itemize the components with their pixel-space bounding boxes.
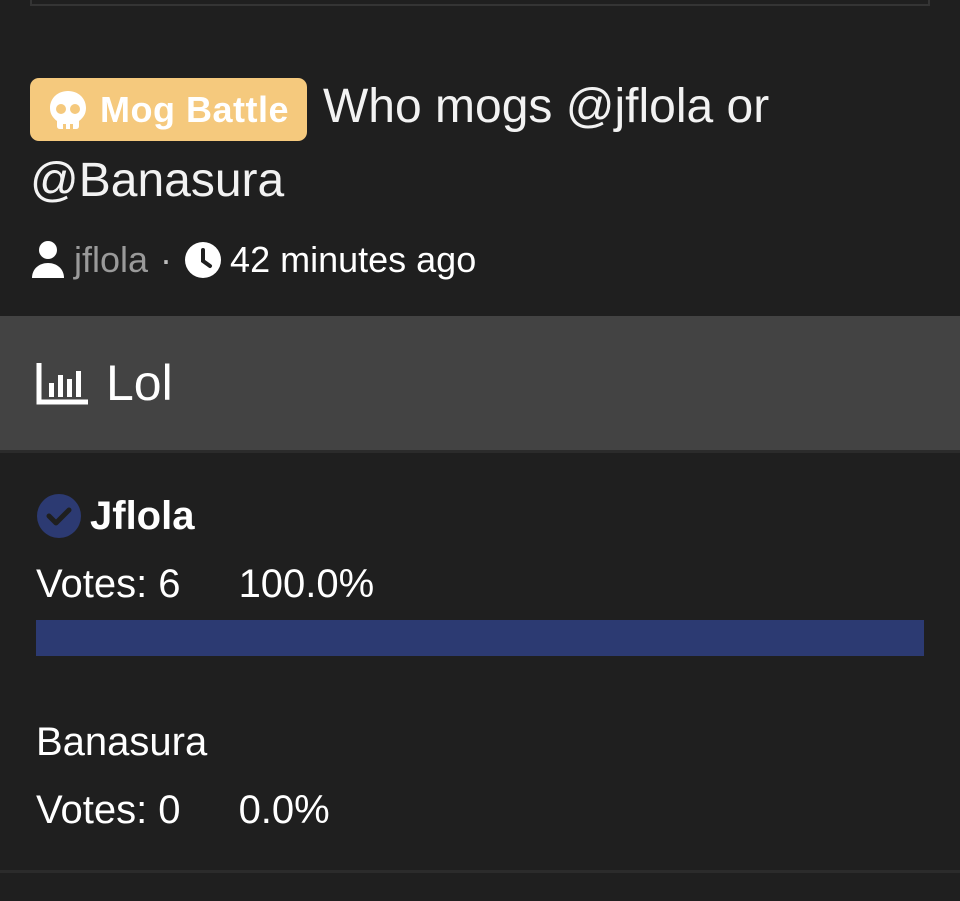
vote-progress-fill: [36, 620, 924, 656]
clock-icon: [185, 242, 222, 278]
option-name: Jflola: [90, 494, 195, 538]
poll-divider: [0, 450, 960, 453]
poll-option-banasura[interactable]: Banasura Votes: 0 0.0%: [36, 716, 924, 836]
option-votes-row: Votes: 6 100.0%: [36, 558, 924, 610]
vote-progress-bar: [36, 620, 924, 656]
previous-card-border: [30, 0, 930, 6]
post-header: Mog Battle Who mogs @jflola or @Banasura: [30, 70, 930, 218]
author-link[interactable]: jflola: [74, 239, 148, 281]
option-votes-row: Votes: 0 0.0%: [36, 784, 924, 836]
option-votes: Votes: 6: [36, 562, 181, 606]
post-title-line: Mog Battle Who mogs @jflola or @Banasura: [30, 70, 930, 218]
option-name-row: Banasura: [36, 716, 924, 768]
skull-icon: [50, 90, 86, 129]
option-percent: 100.0%: [238, 562, 375, 606]
option-name-row: Jflola: [36, 490, 924, 542]
post-meta: jflola · 42 minutes ago: [30, 232, 476, 288]
time-ago: 42 minutes ago: [230, 239, 477, 280]
section-bottom-border: [0, 870, 960, 873]
poll-header: Lol: [0, 316, 960, 450]
bar-chart-icon: [36, 363, 88, 405]
poll-option-jflola[interactable]: Jflola Votes: 6 100.0%: [36, 490, 924, 656]
option-name: Banasura: [36, 720, 208, 764]
option-percent: 0.0%: [238, 788, 330, 832]
flair-label: Mog Battle: [100, 88, 289, 130]
user-icon: [32, 241, 64, 278]
flair-badge[interactable]: Mog Battle: [30, 78, 307, 141]
poll-title: Lol: [106, 355, 173, 411]
check-circle-icon: [37, 494, 81, 538]
option-votes: Votes: 0: [36, 788, 181, 832]
meta-separator: ·: [160, 239, 173, 280]
